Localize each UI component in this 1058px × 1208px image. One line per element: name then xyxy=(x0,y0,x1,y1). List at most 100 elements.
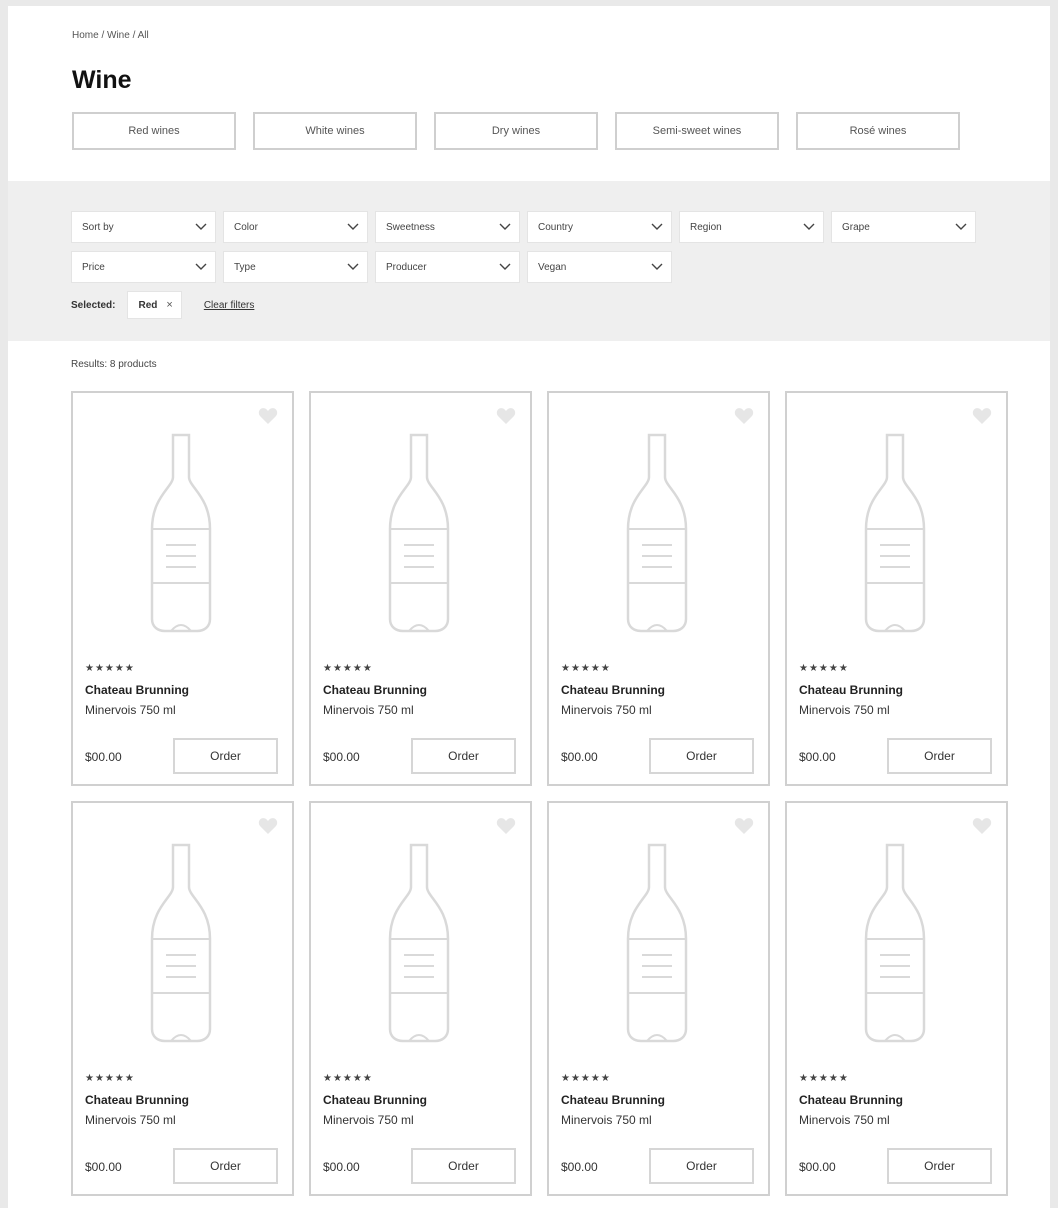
product-name[interactable]: Chateau Brunning xyxy=(323,683,427,697)
wine-bottle-icon xyxy=(626,433,688,633)
product-description: Minervois 750 ml xyxy=(561,1113,652,1127)
product-price: $00.00 xyxy=(561,1160,598,1174)
filter-select-producer[interactable]: Producer xyxy=(375,251,520,283)
product-price: $00.00 xyxy=(323,750,360,764)
product-card[interactable]: ★★★★★ Chateau Brunning Minervois 750 ml $00… xyxy=(547,801,770,1196)
product-description: Minervois 750 ml xyxy=(799,703,890,717)
product-description: Minervois 750 ml xyxy=(323,703,414,717)
product-description: Minervois 750 ml xyxy=(323,1113,414,1127)
rating-stars: ★★★★★ xyxy=(323,1073,373,1084)
heart-icon[interactable] xyxy=(734,407,754,425)
heart-icon[interactable] xyxy=(972,407,992,425)
product-price: $00.00 xyxy=(799,1160,836,1174)
chevron-down-icon xyxy=(347,223,359,230)
order-button[interactable]: Order xyxy=(173,738,278,774)
order-button[interactable]: Order xyxy=(887,738,992,774)
rating-stars: ★★★★★ xyxy=(561,1073,611,1084)
order-button[interactable]: Order xyxy=(411,738,516,774)
clear-filters-link[interactable]: Clear filters xyxy=(204,300,255,311)
product-card[interactable]: ★★★★★ Chateau Brunning Minervois 750 ml $00… xyxy=(71,391,294,786)
chevron-down-icon xyxy=(955,223,967,230)
product-name[interactable]: Chateau Brunning xyxy=(561,683,665,697)
product-card[interactable]: ★★★★★ Chateau Brunning Minervois 750 ml $00… xyxy=(547,391,770,786)
filter-row: Sort by Color Sweetness Country Region Grape xyxy=(71,211,1050,243)
heart-icon[interactable] xyxy=(258,407,278,425)
product-card[interactable]: ★★★★★ Chateau Brunning Minervois 750 ml $00… xyxy=(309,391,532,786)
order-button[interactable]: Order xyxy=(649,738,754,774)
filter-select-label: Color xyxy=(234,221,258,233)
product-price: $00.00 xyxy=(85,750,122,764)
category-button-red[interactable]: Red wines xyxy=(72,112,236,150)
filter-panel: Sort by Color Sweetness Country Region Grape … xyxy=(8,181,1050,341)
filter-select-grape[interactable]: Grape xyxy=(831,211,976,243)
filter-select-price[interactable]: Price xyxy=(71,251,216,283)
close-icon[interactable]: × xyxy=(166,299,172,311)
order-button[interactable]: Order xyxy=(411,1148,516,1184)
page-header: Home / Wine / All Wine Red wines White w… xyxy=(8,6,1050,181)
filter-select-type[interactable]: Type xyxy=(223,251,368,283)
heart-icon[interactable] xyxy=(496,817,516,835)
category-button-semi-sweet[interactable]: Semi-sweet wines xyxy=(615,112,779,150)
results-section: Results: 8 products ★★★★★ Chateau Brunnin… xyxy=(8,341,1050,1196)
product-card[interactable]: ★★★★★ Chateau Brunning Minervois 750 ml $00… xyxy=(71,801,294,1196)
order-button[interactable]: Order xyxy=(173,1148,278,1184)
product-name[interactable]: Chateau Brunning xyxy=(85,683,189,697)
heart-icon[interactable] xyxy=(734,817,754,835)
wine-bottle-icon xyxy=(626,843,688,1043)
product-name[interactable]: Chateau Brunning xyxy=(799,683,903,697)
rating-stars: ★★★★★ xyxy=(85,663,135,674)
breadcrumb[interactable]: Home / Wine / All xyxy=(72,30,1050,44)
rating-stars: ★★★★★ xyxy=(323,663,373,674)
wine-bottle-icon xyxy=(864,843,926,1043)
chevron-down-icon xyxy=(195,263,207,270)
filter-select-label: Sort by xyxy=(82,221,114,233)
heart-icon[interactable] xyxy=(496,407,516,425)
filter-chip-red[interactable]: Red × xyxy=(127,291,182,319)
filter-select-vegan[interactable]: Vegan xyxy=(527,251,672,283)
product-card[interactable]: ★★★★★ Chateau Brunning Minervois 750 ml $00… xyxy=(785,801,1008,1196)
product-name[interactable]: Chateau Brunning xyxy=(561,1093,665,1107)
product-card[interactable]: ★★★★★ Chateau Brunning Minervois 750 ml $00… xyxy=(785,391,1008,786)
filter-select-sweetness[interactable]: Sweetness xyxy=(375,211,520,243)
product-description: Minervois 750 ml xyxy=(85,1113,176,1127)
filter-select-color[interactable]: Color xyxy=(223,211,368,243)
selected-filters: Selected: Red × Clear filters xyxy=(71,291,1050,319)
filter-select-country[interactable]: Country xyxy=(527,211,672,243)
filter-select-sort-by[interactable]: Sort by xyxy=(71,211,216,243)
product-grid: ★★★★★ Chateau Brunning Minervois 750 ml $00… xyxy=(71,391,1050,1196)
wine-bottle-icon xyxy=(388,843,450,1043)
heart-icon[interactable] xyxy=(258,817,278,835)
product-description: Minervois 750 ml xyxy=(561,703,652,717)
chevron-down-icon xyxy=(499,263,511,270)
category-button-white[interactable]: White wines xyxy=(253,112,417,150)
wine-bottle-icon xyxy=(150,433,212,633)
filter-select-label: Grape xyxy=(842,221,870,233)
product-name[interactable]: Chateau Brunning xyxy=(799,1093,903,1107)
product-description: Minervois 750 ml xyxy=(799,1113,890,1127)
chevron-down-icon xyxy=(651,263,663,270)
filter-row: Price Type Producer Vegan xyxy=(71,251,1050,283)
order-button[interactable]: Order xyxy=(887,1148,992,1184)
chevron-down-icon xyxy=(803,223,815,230)
filter-select-label: Type xyxy=(234,261,256,273)
product-card[interactable]: ★★★★★ Chateau Brunning Minervois 750 ml $00… xyxy=(309,801,532,1196)
heart-icon[interactable] xyxy=(972,817,992,835)
product-name[interactable]: Chateau Brunning xyxy=(85,1093,189,1107)
filter-select-label: Price xyxy=(82,261,105,273)
product-name[interactable]: Chateau Brunning xyxy=(323,1093,427,1107)
filter-select-label: Region xyxy=(690,221,722,233)
wine-bottle-icon xyxy=(150,843,212,1043)
rating-stars: ★★★★★ xyxy=(561,663,611,674)
filter-select-label: Country xyxy=(538,221,574,233)
filter-select-label: Producer xyxy=(386,261,427,273)
selected-label: Selected: xyxy=(71,299,116,311)
product-price: $00.00 xyxy=(323,1160,360,1174)
filter-select-region[interactable]: Region xyxy=(679,211,824,243)
wine-bottle-icon xyxy=(388,433,450,633)
filter-select-label: Sweetness xyxy=(386,221,435,233)
order-button[interactable]: Order xyxy=(649,1148,754,1184)
page-title: Wine xyxy=(72,66,132,94)
rating-stars: ★★★★★ xyxy=(799,1073,849,1084)
category-button-rose[interactable]: Rosé wines xyxy=(796,112,960,150)
category-button-dry[interactable]: Dry wines xyxy=(434,112,598,150)
